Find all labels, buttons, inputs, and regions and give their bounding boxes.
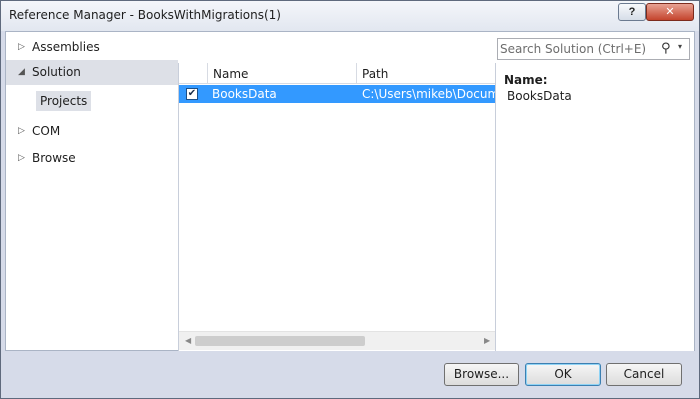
- title-bar: Reference Manager - BooksWithMigrations(…: [1, 1, 699, 31]
- collapse-arrow-icon: ◢: [18, 67, 25, 77]
- dialog-content: ▷ Assemblies ◢ Solution Projects ▷ COM ▷…: [5, 31, 695, 351]
- nav-item-label: COM: [32, 124, 61, 138]
- expand-arrow-icon: ▷: [18, 153, 25, 163]
- nav-item-browse[interactable]: ▷ Browse: [6, 146, 178, 171]
- close-button[interactable]: ✕: [646, 3, 694, 21]
- nav-item-label: Solution: [32, 65, 81, 79]
- ok-button[interactable]: OK: [525, 363, 601, 386]
- column-header-name[interactable]: Name: [208, 63, 357, 84]
- chevron-down-icon[interactable]: ▾: [678, 42, 682, 51]
- grid-header: Name Path: [179, 63, 495, 84]
- expand-arrow-icon: ▷: [18, 126, 25, 136]
- category-nav: ▷ Assemblies ◢ Solution Projects ▷ COM ▷…: [6, 32, 178, 350]
- expand-arrow-icon: ▷: [18, 42, 25, 52]
- nav-item-assemblies[interactable]: ▷ Assemblies: [6, 35, 178, 60]
- table-row[interactable]: ✔ BooksData C:\Users\mikeb\Documents: [179, 85, 495, 103]
- browse-button[interactable]: Browse...: [444, 363, 519, 386]
- cancel-button[interactable]: Cancel: [606, 363, 682, 386]
- details-panel: Name: BooksData: [495, 63, 694, 351]
- horizontal-scrollbar[interactable]: ◀ ▶: [179, 331, 495, 350]
- reference-manager-dialog: Reference Manager - BooksWithMigrations(…: [0, 0, 700, 399]
- nav-item-label: Assemblies: [32, 40, 100, 54]
- scroll-left-icon[interactable]: ◀: [185, 336, 191, 345]
- search-box[interactable]: ⚲ ▾: [497, 38, 690, 60]
- nav-item-projects[interactable]: Projects: [36, 91, 92, 111]
- search-input[interactable]: [500, 41, 650, 57]
- scroll-right-icon[interactable]: ▶: [484, 336, 490, 345]
- nav-item-solution[interactable]: ◢ Solution: [6, 60, 178, 85]
- projects-grid: Name Path ✔ BooksData C:\Users\mikeb\Doc…: [178, 63, 495, 351]
- column-header-path[interactable]: Path: [357, 63, 495, 84]
- column-header-check[interactable]: [179, 63, 208, 84]
- details-name-value: BooksData: [507, 89, 572, 103]
- details-name-label: Name:: [504, 73, 548, 87]
- window-title: Reference Manager - BooksWithMigrations(…: [9, 8, 281, 22]
- row-checkbox[interactable]: ✔: [186, 88, 198, 100]
- nav-item-com[interactable]: ▷ COM: [6, 119, 178, 144]
- scroll-thumb[interactable]: [195, 336, 365, 346]
- search-icon[interactable]: ⚲: [661, 40, 671, 56]
- nav-item-label: Browse: [32, 151, 76, 165]
- row-path: C:\Users\mikeb\Documents: [362, 87, 495, 101]
- help-button[interactable]: ?: [618, 3, 646, 21]
- row-name: BooksData: [212, 87, 277, 101]
